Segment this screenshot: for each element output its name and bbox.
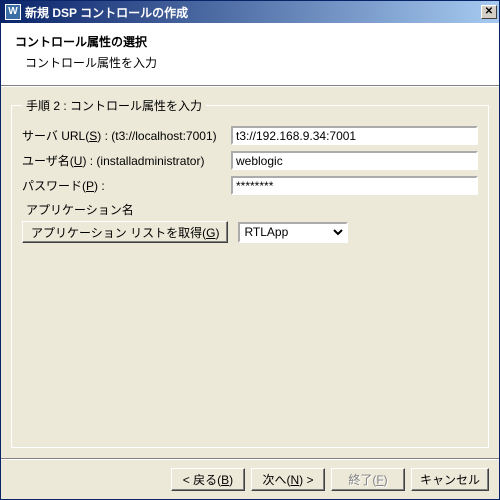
control-attributes-group: 手順 2 : コントロール属性を入力 サーバ URL(S) : (t3://lo… — [11, 97, 489, 448]
titlebar: W 新規 DSP コントロールの作成 ✕ — [1, 1, 499, 23]
username-label: ユーザ名(U) : (installadministrator) — [22, 152, 227, 169]
close-icon[interactable]: ✕ — [481, 5, 497, 19]
page-title: コントロール属性の選択 — [15, 33, 485, 50]
application-name-select[interactable]: RTLApp — [238, 222, 348, 243]
server-url-label: サーバ URL(S) : (t3://localhost:7001) — [22, 127, 227, 144]
wizard-header: コントロール属性の選択 コントロール属性を入力 — [1, 23, 499, 85]
username-row: ユーザ名(U) : (installadministrator) — [22, 151, 478, 170]
app-icon: W — [5, 4, 21, 20]
password-row: パスワード(P) : — [22, 176, 478, 195]
next-button[interactable]: 次へ(N) > — [251, 468, 325, 491]
wizard-body: 手順 2 : コントロール属性を入力 サーバ URL(S) : (t3://lo… — [1, 87, 499, 499]
application-name-label: アプリケーション名 — [26, 201, 478, 218]
password-input[interactable] — [231, 176, 478, 195]
wizard-footer: < 戻る(B) 次へ(N) > 終了(F) キャンセル — [1, 460, 499, 499]
username-input[interactable] — [231, 151, 478, 170]
cancel-button[interactable]: キャンセル — [411, 468, 489, 491]
window-title: 新規 DSP コントロールの作成 — [25, 4, 481, 21]
application-section: アプリケーション名 アプリケーション リストを取得(G) RTLApp — [22, 201, 478, 243]
page-subtitle: コントロール属性を入力 — [25, 54, 485, 71]
back-button[interactable]: < 戻る(B) — [171, 468, 245, 491]
get-application-list-button[interactable]: アプリケーション リストを取得(G) — [22, 221, 228, 243]
server-url-input[interactable] — [231, 126, 478, 145]
password-label: パスワード(P) : — [22, 177, 227, 194]
finish-button[interactable]: 終了(F) — [331, 468, 405, 491]
server-url-row: サーバ URL(S) : (t3://localhost:7001) — [22, 126, 478, 145]
group-legend: 手順 2 : コントロール属性を入力 — [22, 97, 206, 114]
